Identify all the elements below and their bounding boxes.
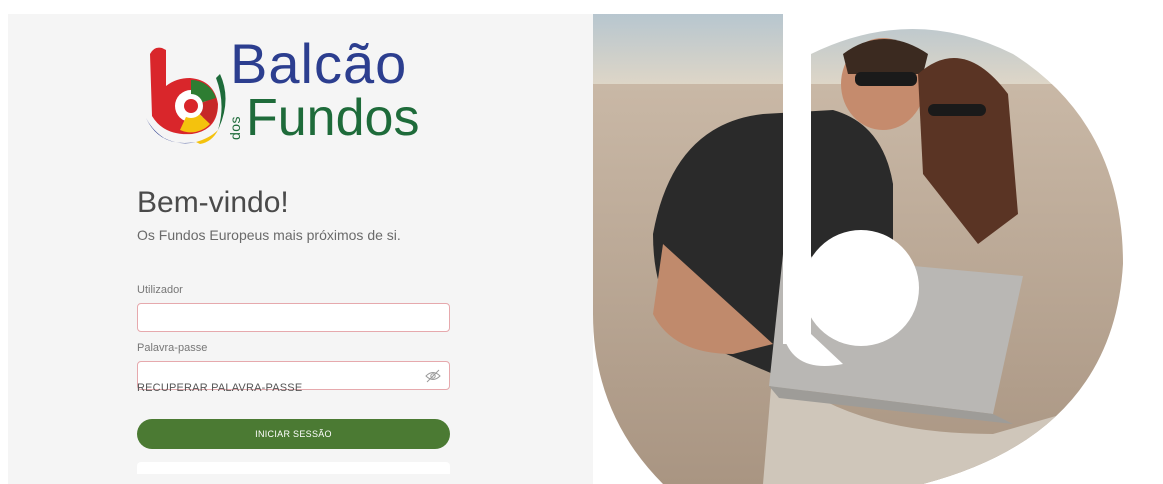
welcome-title: Bem-vindo! bbox=[137, 186, 289, 219]
hero-photo-couple-beach bbox=[593, 14, 1133, 484]
username-label: Utilizador bbox=[137, 284, 183, 296]
hero-image bbox=[593, 14, 1133, 484]
secondary-card bbox=[137, 462, 450, 474]
logo-b-mark-icon bbox=[146, 47, 226, 144]
login-button[interactable]: INICIAR SESSÃO bbox=[137, 419, 450, 449]
welcome-subtitle: Os Fundos Europeus mais próximos de si. bbox=[137, 227, 401, 243]
username-field-wrapper bbox=[137, 303, 450, 332]
logo-text-fundos: Fundos bbox=[246, 89, 420, 147]
password-label: Palavra-passe bbox=[137, 342, 208, 354]
recover-password-link[interactable]: RECUPERAR PALAVRA-PASSE bbox=[137, 382, 302, 394]
toggle-password-visibility-icon[interactable] bbox=[425, 369, 441, 383]
logo-text-dos: dos bbox=[227, 115, 244, 141]
username-input[interactable] bbox=[138, 304, 449, 331]
balcao-dos-fundos-logo: Balcão dos Fundos bbox=[140, 34, 460, 154]
logo-text-balcao: Balcão bbox=[230, 32, 408, 95]
